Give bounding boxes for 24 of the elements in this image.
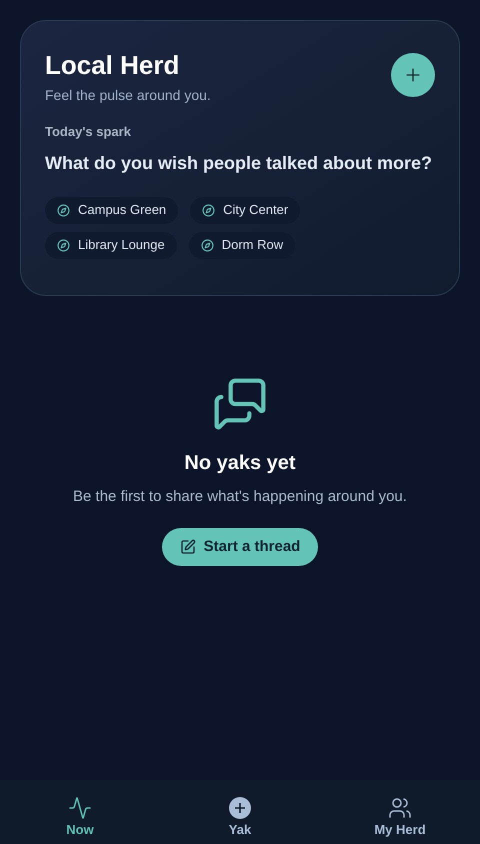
- place-chip[interactable]: Campus Green: [45, 196, 178, 224]
- app-title: Local Herd: [45, 49, 180, 81]
- chat-bubbles-icon: [212, 376, 268, 432]
- nav-tab[interactable]: Now: [0, 780, 160, 844]
- app-subtitle: Feel the pulse around you.: [45, 86, 211, 105]
- add-icon: [228, 796, 252, 820]
- people-icon: [388, 796, 412, 820]
- compass-icon: [200, 238, 214, 252]
- spark-label: Today's spark: [45, 123, 132, 141]
- compass-icon: [57, 204, 70, 216]
- empty-message: Be the first to share what's happening around you.: [73, 486, 407, 506]
- empty-title: No yaks yet: [184, 450, 296, 476]
- spark-question: What do you wish people talked about more?: [45, 152, 434, 175]
- start-thread-button[interactable]: Start a thread: [162, 528, 318, 566]
- pulse-icon: [68, 796, 92, 820]
- compass-icon: [202, 204, 216, 216]
- place-chip[interactable]: Library Lounge: [45, 232, 177, 258]
- place-chip[interactable]: Dorm Row: [188, 232, 296, 258]
- nav-tab[interactable]: Yak: [160, 780, 320, 844]
- edit-icon: [180, 539, 196, 555]
- compass-icon: [57, 238, 70, 252]
- place-chip[interactable]: City Center: [190, 196, 300, 224]
- nav-tab[interactable]: My Herd: [320, 780, 480, 844]
- add-button[interactable]: [391, 53, 435, 97]
